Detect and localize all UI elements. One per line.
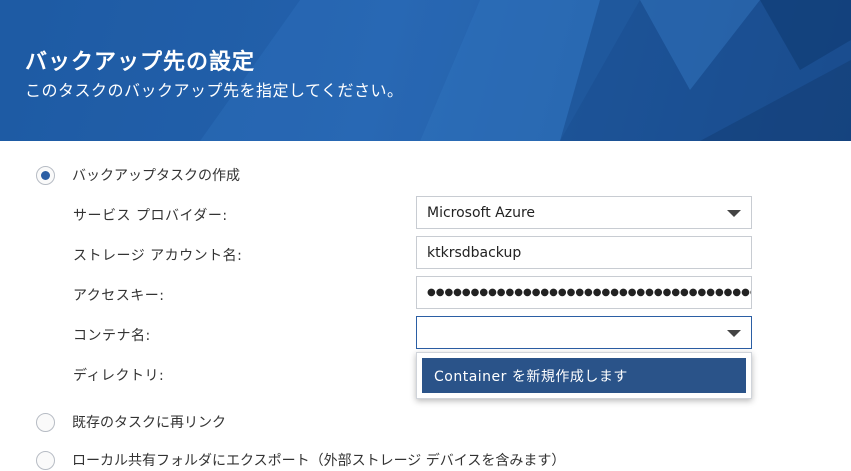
container-label: コンテナ名: [73, 328, 151, 344]
option-relink-task-label: 既存のタスクに再リンク [72, 415, 226, 431]
access-key-input[interactable]: ●●●●●●●●●●●●●●●●●●●●●●●●●●●●●●●●●●●●●●●●… [416, 276, 752, 309]
container-dropdown-menu: Container を新規作成します [416, 352, 752, 399]
access-key-value: ●●●●●●●●●●●●●●●●●●●●●●●●●●●●●●●●●●●●●●●●… [427, 287, 751, 298]
option-create-task[interactable]: バックアップタスクの作成 [36, 164, 240, 186]
option-relink-task[interactable]: 既存のタスクに再リンク [36, 411, 226, 433]
storage-account-label: ストレージ アカウント名: [73, 248, 243, 264]
option-local-export[interactable]: ローカル共有フォルダにエクスポート（外部ストレージ デバイスを含みます） [36, 449, 565, 471]
container-select[interactable] [416, 316, 752, 349]
radio-create-task[interactable] [36, 165, 55, 185]
option-create-task-label: バックアップタスクの作成 [72, 168, 240, 184]
access-key-label: アクセスキー: [73, 288, 165, 304]
chevron-down-icon [727, 330, 741, 337]
chevron-down-icon [727, 210, 741, 217]
header-banner: バックアップ先の設定 このタスクのバックアップ先を指定してください。 [0, 0, 851, 141]
service-provider-value: Microsoft Azure [427, 204, 536, 221]
radio-relink-task[interactable] [36, 412, 55, 432]
option-local-export-label: ローカル共有フォルダにエクスポート（外部ストレージ デバイスを含みます） [72, 453, 566, 469]
directory-label: ディレクトリ: [73, 368, 165, 384]
storage-account-input[interactable]: ktkrsdbackup [416, 236, 752, 269]
service-provider-select[interactable]: Microsoft Azure [416, 196, 752, 229]
create-new-container-item[interactable]: Container を新規作成します [422, 358, 746, 393]
service-provider-label: サービス プロバイダー: [73, 208, 228, 224]
radio-local-export[interactable] [36, 450, 55, 470]
page-subtitle: このタスクのバックアップ先を指定してください。 [25, 81, 404, 100]
storage-account-value: ktkrsdbackup [427, 244, 522, 261]
page-title: バックアップ先の設定 [25, 50, 256, 75]
